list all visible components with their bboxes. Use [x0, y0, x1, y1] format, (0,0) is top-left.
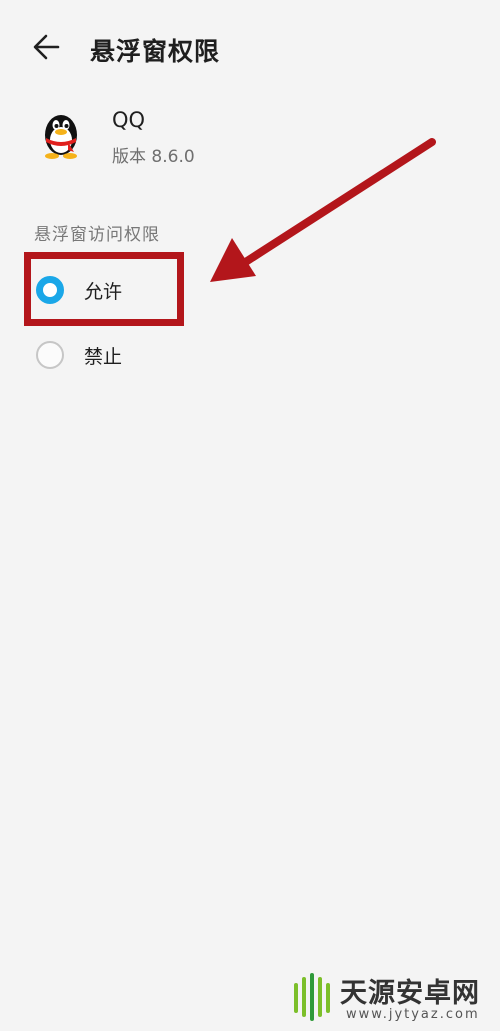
android-logo-icon: [294, 973, 330, 1021]
permission-page: 悬浮窗权限 QQ 版本 8.6.0 悬浮窗访问权限 允许 禁止 天源安卓网 ww…: [0, 0, 500, 1031]
option-label: 允许: [84, 281, 123, 303]
option-allow[interactable]: 允许: [0, 263, 500, 317]
option-deny[interactable]: 禁止: [0, 328, 500, 382]
watermark-url: www.jytyaz.com: [346, 1007, 480, 1022]
radio-checked-icon[interactable]: [36, 276, 64, 304]
radio-unchecked-icon[interactable]: [36, 341, 64, 369]
app-name: QQ: [112, 108, 146, 132]
section-title: 悬浮窗访问权限: [34, 225, 160, 245]
watermark-brand: 天源安卓网: [340, 978, 480, 1009]
page-title: 悬浮窗权限: [90, 37, 221, 66]
qq-penguin-icon: [45, 115, 77, 159]
app-version: 版本 8.6.0: [112, 147, 195, 167]
watermark: 天源安卓网 www.jytyaz.com: [288, 967, 488, 1027]
arrow-left-icon: [33, 34, 60, 60]
back-button[interactable]: [30, 30, 70, 64]
option-label: 禁止: [84, 346, 123, 368]
top-bar: 悬浮窗权限: [0, 14, 500, 80]
app-info: QQ 版本 8.6.0: [0, 100, 500, 180]
